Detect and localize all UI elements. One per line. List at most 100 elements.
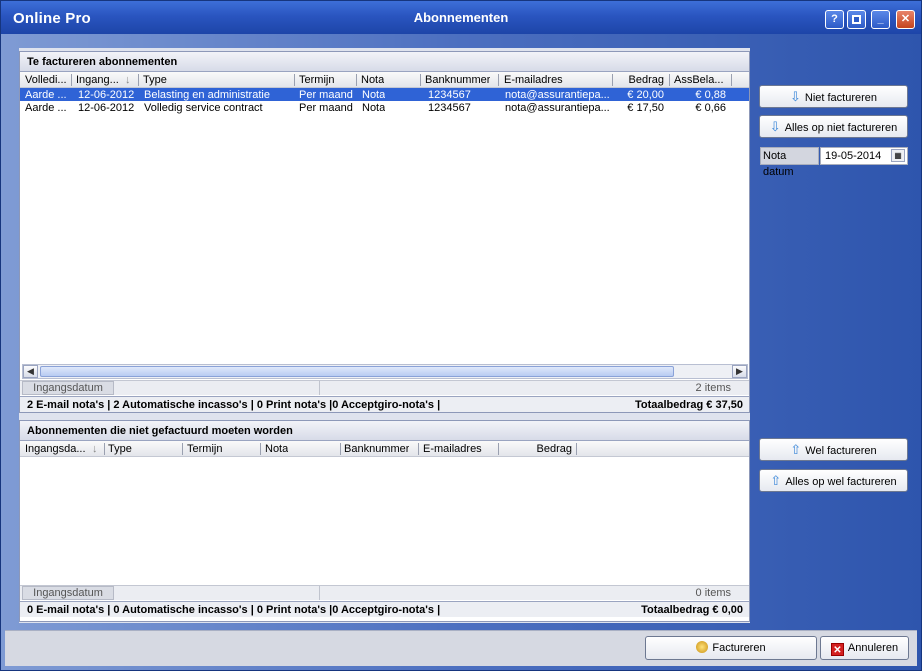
column-separator <box>294 74 295 86</box>
arrow-down-icon: ⇩ <box>789 89 801 104</box>
cell-volledig: Aarde ... <box>25 102 67 114</box>
col-type[interactable]: Type <box>108 443 132 455</box>
column-separator <box>669 74 670 86</box>
column-separator <box>498 443 499 455</box>
cell-nota: Nota <box>362 102 386 114</box>
scroll-left-icon[interactable]: ◀ <box>23 365 38 378</box>
title-bar: Online Pro Abonnementen ? _ ✕ <box>1 1 921 34</box>
col-banknummer[interactable]: Banknummer <box>425 74 490 86</box>
column-separator <box>418 443 419 455</box>
col-ingang[interactable]: Ingang... <box>76 74 122 86</box>
col-bedrag[interactable]: Bedrag <box>520 443 572 455</box>
scroll-thumb[interactable] <box>40 366 674 377</box>
bottom-section-title: Abonnementen die niet gefactuurd moeten … <box>20 421 749 441</box>
alles-niet-factureren-button[interactable]: ⇩ Alles op niet factureren <box>759 115 908 138</box>
cell-banknummer: 1234567 <box>428 102 471 114</box>
col-nota[interactable]: Nota <box>265 443 288 455</box>
scroll-right-icon[interactable]: ▶ <box>732 365 747 378</box>
window-title: Abonnementen <box>413 10 509 25</box>
col-termijn[interactable]: Termijn <box>299 74 334 86</box>
column-separator <box>420 74 421 86</box>
column-separator <box>182 443 183 455</box>
group-bar: Ingangsdatum 0 items <box>20 585 749 600</box>
cell-assbelasting: € 0,66 <box>695 102 726 114</box>
cell-bedrag: € 17,50 <box>627 102 664 114</box>
coins-icon <box>696 641 709 653</box>
col-termijn[interactable]: Termijn <box>187 443 222 455</box>
cell-banknummer: 1234567 <box>428 89 471 101</box>
col-type[interactable]: Type <box>143 74 167 86</box>
group-divider <box>319 586 320 600</box>
column-separator <box>138 74 139 86</box>
summary-counts: 0 E-mail nota's | 0 Automatische incasso… <box>27 604 441 616</box>
arrow-down-icon: ⇩ <box>769 119 781 134</box>
bottom-grid: Abonnementen die niet gefactuurd moeten … <box>19 420 750 622</box>
arrow-up-icon: ⇧ <box>790 442 802 457</box>
item-count: 0 items <box>695 587 731 599</box>
bottom-column-header: Ingangsda... ↓ Type Termijn Nota Banknum… <box>20 441 749 457</box>
top-section-title: Te factureren abonnementen <box>20 52 749 72</box>
summary-bar: 2 E-mail nota's | 2 Automatische incasso… <box>20 396 749 412</box>
top-grid: Te factureren abonnementen Volledi... In… <box>19 51 750 413</box>
col-emailadres[interactable]: E-mailadres <box>423 443 482 455</box>
table-row[interactable]: Aarde ... 12-06-2012 Belasting en admini… <box>20 88 749 101</box>
col-volledig[interactable]: Volledi... <box>25 74 69 86</box>
factureren-button[interactable]: Factureren <box>645 636 817 660</box>
cell-emailadres: nota@assurantiepa... <box>505 89 610 101</box>
horizontal-scrollbar[interactable]: ◀ ▶ <box>22 364 748 379</box>
cell-type: Belasting en administratie <box>144 89 270 101</box>
column-separator <box>731 74 732 86</box>
help-button[interactable]: ? <box>825 10 844 29</box>
niet-factureren-button[interactable]: ⇩ Niet factureren <box>759 85 908 108</box>
cell-bedrag: € 20,00 <box>627 89 664 101</box>
column-separator <box>104 443 105 455</box>
col-banknummer[interactable]: Banknummer <box>344 443 409 455</box>
column-separator <box>356 74 357 86</box>
cell-termijn: Per maand <box>299 102 353 114</box>
cell-type: Volledig service contract <box>144 102 263 114</box>
sort-down-icon: ↓ <box>92 443 98 455</box>
group-bar: Ingangsdatum 2 items <box>20 380 749 395</box>
col-assbelasting[interactable]: AssBela... <box>674 74 730 86</box>
summary-total: Totaalbedrag € 37,50 <box>634 399 743 411</box>
cell-ingang: 12-06-2012 <box>78 89 135 101</box>
column-separator <box>71 74 72 86</box>
column-separator <box>576 443 577 455</box>
sort-down-icon: ↓ <box>125 74 131 86</box>
cell-ingang: 12-06-2012 <box>78 102 135 114</box>
column-separator <box>612 74 613 86</box>
wel-factureren-button[interactable]: ⇧ Wel factureren <box>759 438 908 461</box>
cancel-icon: ✕ <box>830 643 844 656</box>
summary-total: Totaalbedrag € 0,00 <box>641 604 743 616</box>
summary-counts: 2 E-mail nota's | 2 Automatische incasso… <box>27 399 441 411</box>
annuleren-button[interactable]: ✕ Annuleren <box>820 636 909 660</box>
nota-datum-label: Nota datum <box>760 147 819 178</box>
cell-termijn: Per maand <box>299 89 353 101</box>
print-icon <box>852 15 861 24</box>
group-tab-ingangsdatum[interactable]: Ingangsdatum <box>22 381 114 395</box>
group-tab-ingangsdatum[interactable]: Ingangsdatum <box>22 586 114 600</box>
group-divider <box>319 381 320 395</box>
col-ingangsdatum[interactable]: Ingangsda... <box>25 443 86 455</box>
alles-wel-factureren-button[interactable]: ⇧ Alles op wel factureren <box>759 469 908 492</box>
close-button[interactable]: ✕ <box>896 10 915 29</box>
cell-assbelasting: € 0,88 <box>695 89 726 101</box>
cell-nota: Nota <box>362 89 386 101</box>
column-separator <box>498 74 499 86</box>
calendar-icon[interactable]: ▦ <box>891 149 905 162</box>
cell-emailadres: nota@assurantiepa... <box>505 102 610 114</box>
minimize-button[interactable]: _ <box>871 10 890 29</box>
cell-volledig: Aarde ... <box>25 89 67 101</box>
col-emailadres[interactable]: E-mailadres <box>504 74 563 86</box>
table-row[interactable]: Aarde ... 12-06-2012 Volledig service co… <box>20 101 749 114</box>
col-bedrag[interactable]: Bedrag <box>618 74 664 86</box>
column-separator <box>340 443 341 455</box>
item-count: 2 items <box>695 382 731 394</box>
col-nota[interactable]: Nota <box>361 74 384 86</box>
arrow-up-icon: ⇧ <box>770 473 782 488</box>
main-panel: Te factureren abonnementen Volledi... In… <box>19 48 750 623</box>
column-separator <box>260 443 261 455</box>
print-button[interactable] <box>847 10 866 29</box>
top-column-header: Volledi... Ingang... ↓ Type Termijn Nota… <box>20 72 749 88</box>
summary-bar: 0 E-mail nota's | 0 Automatische incasso… <box>20 601 749 617</box>
